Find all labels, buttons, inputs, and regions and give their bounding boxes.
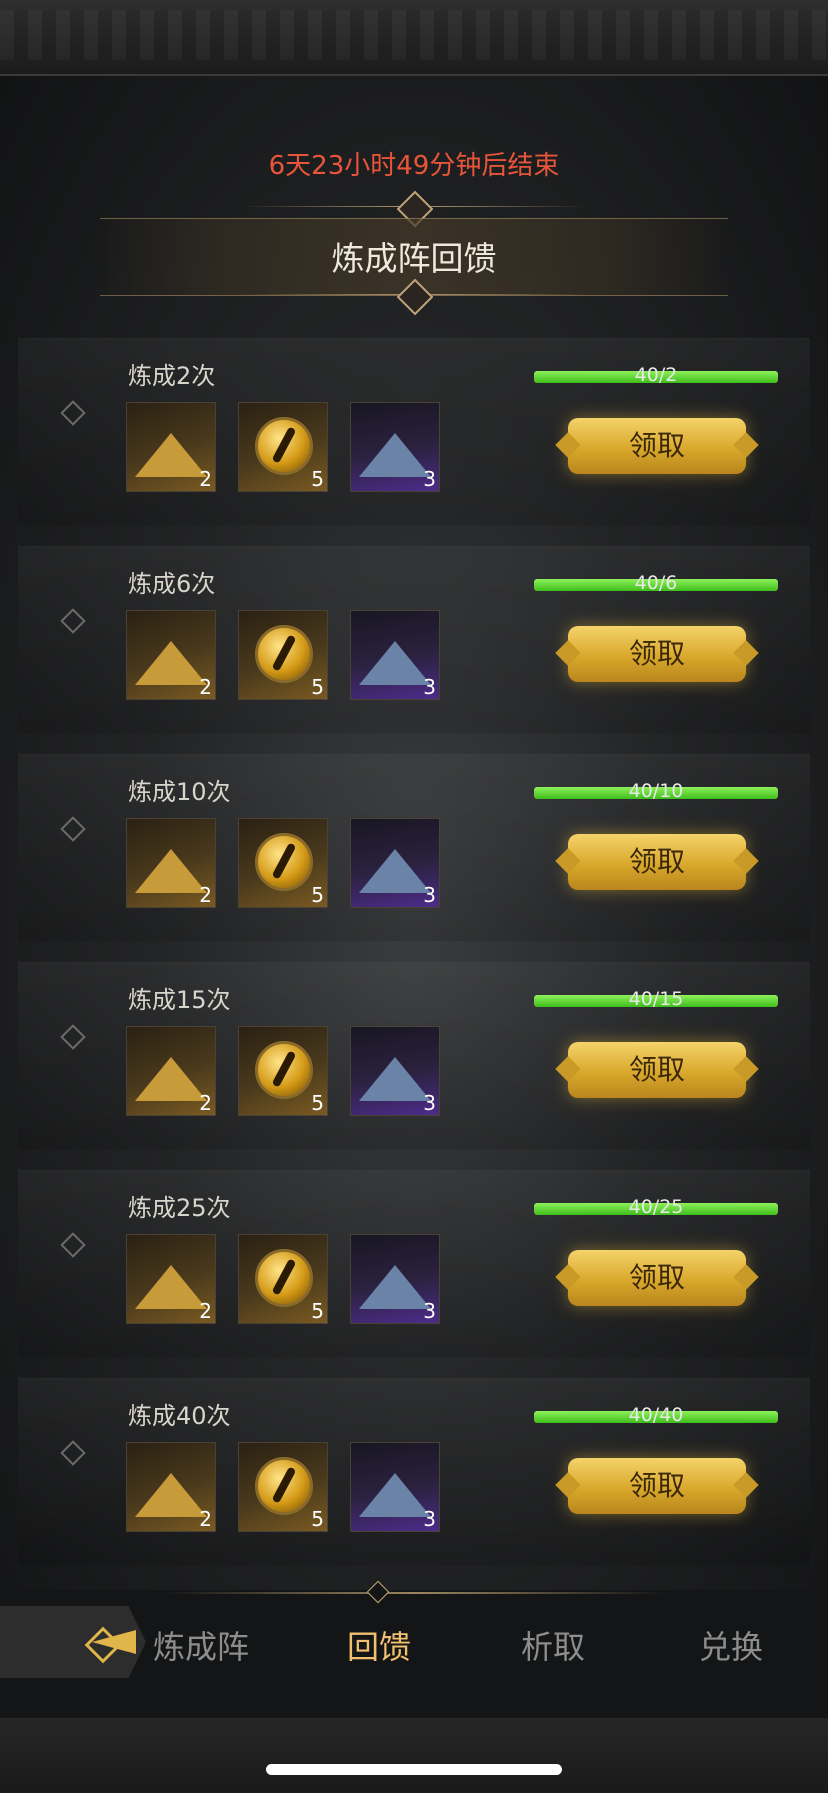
progress-text: 40/2 <box>634 364 678 386</box>
item-count: 3 <box>423 675 436 699</box>
blue-pyramid-icon <box>359 849 431 893</box>
blue-pyramid-icon <box>359 433 431 477</box>
progress-text: 40/25 <box>628 1196 684 1218</box>
progress-text: 40/10 <box>628 780 684 802</box>
gold-eye-orb-icon <box>255 1041 313 1099</box>
tab-alchemy-array[interactable]: 炼成阵 <box>153 1622 249 1668</box>
gold-eye-orb-icon <box>255 833 313 891</box>
reward-item[interactable]: 2 <box>126 402 216 492</box>
row-label: 炼成40次 <box>128 1402 231 1430</box>
item-count: 3 <box>423 1507 436 1531</box>
progress-text: 40/15 <box>628 988 684 1010</box>
reward-item[interactable]: 2 <box>126 818 216 908</box>
page-title: 炼成阵回馈 <box>331 239 497 278</box>
blue-pyramid-icon <box>359 1473 431 1517</box>
reward-item[interactable]: 2 <box>126 1026 216 1116</box>
reward-item[interactable]: 3 <box>350 1026 440 1116</box>
reward-item[interactable]: 5 <box>238 1234 328 1324</box>
gold-eye-orb-icon <box>255 417 313 475</box>
reward-item[interactable]: 5 <box>238 402 328 492</box>
progress-text: 40/40 <box>628 1404 684 1426</box>
item-count: 2 <box>199 1507 212 1531</box>
claim-button[interactable]: 领取 <box>568 1250 746 1306</box>
item-count: 2 <box>199 1091 212 1115</box>
item-count: 2 <box>199 675 212 699</box>
item-count: 3 <box>423 1091 436 1115</box>
item-count: 5 <box>311 467 324 491</box>
home-indicator[interactable] <box>266 1764 562 1775</box>
tab-feedback[interactable]: 回馈 <box>347 1622 411 1668</box>
tab-bar-divider <box>165 1592 665 1594</box>
item-count: 3 <box>423 467 436 491</box>
reward-item[interactable]: 3 <box>350 402 440 492</box>
reward-item[interactable]: 3 <box>350 1442 440 1532</box>
progress-text: 40/6 <box>634 572 678 594</box>
tab-exchange[interactable]: 兑换 <box>699 1622 763 1668</box>
reward-item[interactable]: 5 <box>238 1026 328 1116</box>
item-count: 3 <box>423 1299 436 1323</box>
reward-item[interactable]: 3 <box>350 818 440 908</box>
blue-pyramid-icon <box>359 1265 431 1309</box>
item-count: 5 <box>311 883 324 907</box>
item-count: 5 <box>311 675 324 699</box>
gold-eye-orb-icon <box>255 1249 313 1307</box>
item-count: 2 <box>199 1299 212 1323</box>
item-count: 3 <box>423 883 436 907</box>
gold-pyramid-icon <box>135 641 207 685</box>
reward-item[interactable]: 5 <box>238 818 328 908</box>
blue-pyramid-icon <box>359 641 431 685</box>
row-label: 炼成2次 <box>128 362 216 390</box>
item-count: 5 <box>311 1299 324 1323</box>
gold-pyramid-icon <box>135 849 207 893</box>
row-label: 炼成10次 <box>128 778 231 806</box>
reward-item[interactable]: 2 <box>126 610 216 700</box>
countdown-text: 6天23小时49分钟后结束 <box>268 151 560 181</box>
row-label: 炼成15次 <box>128 986 231 1014</box>
top-frame <box>0 0 828 76</box>
claim-button[interactable]: 领取 <box>568 1042 746 1098</box>
row-label: 炼成6次 <box>128 570 216 598</box>
item-count: 5 <box>311 1091 324 1115</box>
blue-pyramid-icon <box>359 1057 431 1101</box>
row-label: 炼成25次 <box>128 1194 231 1222</box>
gold-pyramid-icon <box>135 1473 207 1517</box>
reward-item[interactable]: 5 <box>238 1442 328 1532</box>
claim-button[interactable]: 领取 <box>568 1458 746 1514</box>
reward-item[interactable]: 5 <box>238 610 328 700</box>
bottom-frame <box>0 1718 828 1793</box>
gold-pyramid-icon <box>135 1057 207 1101</box>
reward-item[interactable]: 3 <box>350 610 440 700</box>
claim-button[interactable]: 领取 <box>568 626 746 682</box>
reward-item[interactable]: 3 <box>350 1234 440 1324</box>
reward-item[interactable]: 2 <box>126 1442 216 1532</box>
gold-pyramid-icon <box>135 1265 207 1309</box>
reward-item[interactable]: 2 <box>126 1234 216 1324</box>
gold-eye-orb-icon <box>255 1457 313 1515</box>
gold-pyramid-icon <box>135 433 207 477</box>
item-count: 2 <box>199 883 212 907</box>
tab-extract[interactable]: 析取 <box>521 1622 585 1668</box>
item-count: 5 <box>311 1507 324 1531</box>
claim-button[interactable]: 领取 <box>568 418 746 474</box>
gold-eye-orb-icon <box>255 625 313 683</box>
item-count: 2 <box>199 467 212 491</box>
claim-button[interactable]: 领取 <box>568 834 746 890</box>
